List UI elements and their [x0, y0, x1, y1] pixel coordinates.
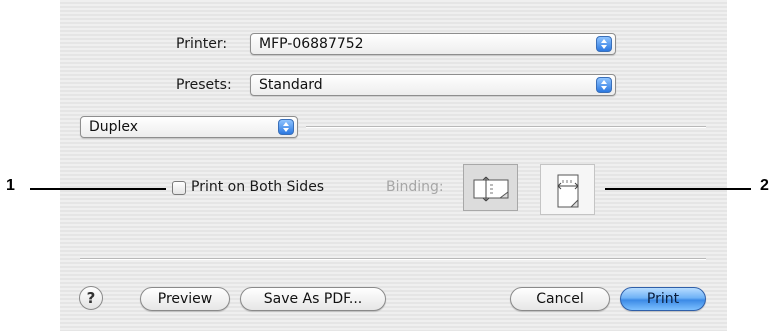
print-both-sides-label: Print on Both Sides	[191, 179, 325, 195]
presets-popup[interactable]: Standard	[250, 74, 616, 96]
popup-arrows-icon	[278, 119, 294, 135]
callout-number: 1	[6, 177, 15, 194]
preview-button[interactable]: Preview	[140, 287, 230, 311]
save-as-pdf-label: Save As PDF...	[263, 291, 363, 307]
presets-value: Standard	[259, 77, 323, 93]
save-as-pdf-button[interactable]: Save As PDF...	[240, 287, 386, 311]
callout-number: 2	[760, 177, 769, 194]
printer-label: Printer:	[176, 36, 228, 52]
bottom-separator	[80, 258, 706, 260]
binding-long-edge-button[interactable]	[463, 164, 518, 211]
long-edge-binding-icon	[473, 176, 509, 202]
pane-separator	[306, 126, 706, 128]
pane-popup[interactable]: Duplex	[80, 116, 298, 138]
popup-arrows-icon	[596, 36, 612, 52]
short-edge-binding-icon	[557, 174, 579, 208]
callout-line	[605, 188, 751, 190]
print-both-sides-checkbox[interactable]	[172, 181, 186, 195]
printer-popup[interactable]: MFP-06887752	[250, 33, 616, 55]
binding-label: Binding:	[386, 179, 444, 195]
cancel-label: Cancel	[536, 291, 584, 307]
print-dialog: Printer: MFP-06887752 Presets: Standard …	[60, 0, 727, 331]
binding-short-edge-button[interactable]	[540, 164, 595, 215]
help-icon: ?	[86, 289, 96, 307]
print-button[interactable]: Print	[620, 287, 706, 311]
preview-label: Preview	[157, 291, 213, 307]
cancel-button[interactable]: Cancel	[510, 287, 610, 311]
pane-value: Duplex	[89, 119, 139, 135]
printer-value: MFP-06887752	[259, 36, 364, 52]
popup-arrows-icon	[596, 77, 612, 93]
help-button[interactable]: ?	[79, 286, 103, 310]
callout-line	[30, 188, 166, 190]
presets-label: Presets:	[176, 77, 232, 93]
print-label: Print	[646, 291, 680, 307]
